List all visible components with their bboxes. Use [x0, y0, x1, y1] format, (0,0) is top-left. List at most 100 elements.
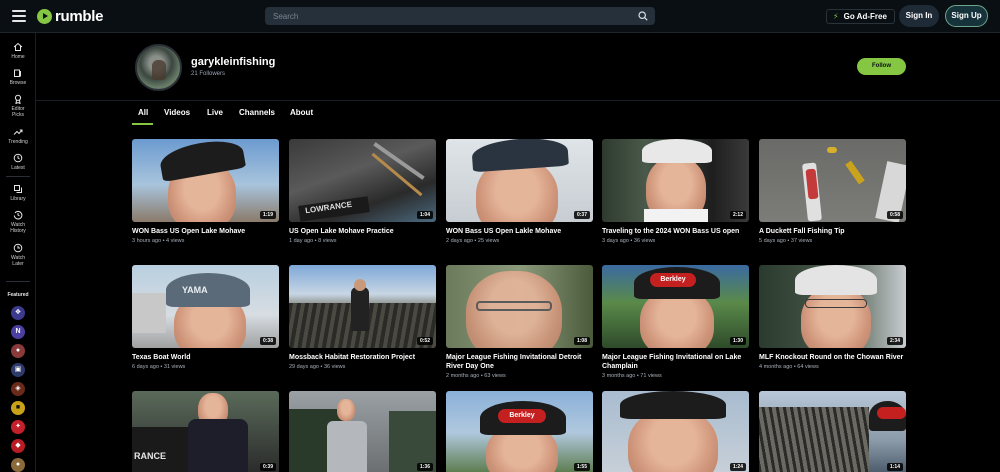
clock-icon — [13, 153, 23, 163]
tab-all[interactable]: All — [131, 108, 154, 125]
video-card[interactable]: 2:34 MLF Knockout Round on the Chowan Ri… — [759, 265, 906, 370]
video-meta: 1 day ago • 8 views — [289, 238, 337, 244]
video-thumbnail[interactable]: 0:58 — [759, 139, 906, 222]
tab-channels[interactable]: Channels — [239, 108, 275, 117]
sign-in-button[interactable]: Sign In — [899, 5, 939, 27]
video-card[interactable]: Berkley 1:30 Major League Fishing Invita… — [602, 265, 749, 379]
tab-videos[interactable]: Videos — [164, 108, 190, 117]
video-card[interactable]: 0:37 WON Bass US Open Lakle Mohave 2 day… — [446, 139, 593, 244]
video-thumbnail[interactable]: Berkley 1:30 — [602, 265, 749, 348]
video-card[interactable]: 1:36 — [289, 391, 436, 472]
video-thumbnail[interactable]: 0:37 — [446, 139, 593, 222]
video-duration: 0:39 — [259, 463, 276, 471]
video-thumbnail[interactable]: 0:52 — [289, 265, 436, 348]
video-card[interactable]: 1:19 WON Bass US Open Lake Mohave 3 hour… — [132, 139, 279, 244]
video-card[interactable]: RANCE 0:39 — [132, 391, 279, 472]
library-icon — [14, 185, 22, 193]
video-duration: 1:08 — [573, 337, 590, 345]
video-card[interactable]: Berkley 1:55 — [446, 391, 593, 472]
go-ad-free-button[interactable]: ⚡ Go Ad-Free — [826, 9, 895, 24]
video-thumbnail[interactable]: 1:14 — [759, 391, 906, 472]
video-thumbnail[interactable]: LOWRANCE 1:04 — [289, 139, 436, 222]
lightning-icon: ⚡ — [833, 12, 839, 21]
featured-channel-avatar[interactable]: ◆ — [11, 439, 25, 453]
featured-channel-avatar[interactable]: ❖ — [11, 306, 25, 320]
sidebar-divider — [6, 281, 30, 282]
sidebar-item-library[interactable]: Library — [0, 184, 36, 202]
video-thumbnail[interactable]: 1:19 — [132, 139, 279, 222]
featured-channel-avatar[interactable]: ◈ — [11, 382, 25, 396]
tab-live[interactable]: Live — [207, 108, 223, 117]
video-thumbnail[interactable]: 2:34 — [759, 265, 906, 348]
video-title[interactable]: Traveling to the 2024 WON Bass US open — [602, 227, 749, 236]
featured-channel-avatar[interactable]: ■ — [11, 401, 25, 415]
search-icon[interactable] — [638, 11, 648, 21]
video-duration: 1:14 — [886, 463, 903, 471]
award-icon — [14, 94, 22, 104]
follower-count: 21 Followers — [191, 71, 226, 77]
video-meta: 2 days ago • 25 views — [446, 238, 500, 244]
video-title[interactable]: WON Bass US Open Lakle Mohave — [446, 227, 593, 236]
tab-about[interactable]: About — [290, 108, 313, 117]
sign-up-button[interactable]: Sign Up — [945, 5, 988, 27]
video-card[interactable]: 1:08 Major League Fishing Invitational D… — [446, 265, 593, 379]
sidebar-item-latest[interactable]: Latest — [0, 153, 36, 171]
video-title[interactable]: WON Bass US Open Lake Mohave — [132, 227, 279, 236]
video-title[interactable]: US Open Lake Mohave Practice — [289, 227, 436, 236]
video-duration: 0:37 — [573, 211, 590, 219]
sidebar-item-watch-history[interactable]: Watch History — [0, 210, 36, 234]
video-thumbnail[interactable]: 1:36 — [289, 391, 436, 472]
sidebar-item-watch-later[interactable]: Watch Later — [0, 243, 36, 267]
video-duration: 0:58 — [886, 211, 903, 219]
video-meta: 29 days ago • 36 views — [289, 364, 346, 370]
video-duration: 1:30 — [729, 337, 746, 345]
video-duration: 1:04 — [416, 211, 433, 219]
video-thumbnail[interactable]: 2:12 — [602, 139, 749, 222]
video-title[interactable]: Texas Boat World — [132, 353, 279, 362]
video-title[interactable]: Major League Fishing Invitational Detroi… — [446, 353, 593, 371]
video-card[interactable]: 1:14 — [759, 391, 906, 472]
video-thumbnail[interactable]: Berkley 1:55 — [446, 391, 593, 472]
sidebar-item-home[interactable]: Home — [0, 42, 36, 60]
logo-text: rumble — [55, 8, 104, 25]
sidebar-divider — [6, 176, 30, 177]
featured-channel-avatar[interactable]: ✦ — [11, 420, 25, 434]
video-title[interactable]: Mossback Habitat Restoration Project — [289, 353, 436, 362]
video-card[interactable]: LOWRANCE 1:04 US Open Lake Mohave Practi… — [289, 139, 436, 244]
video-title[interactable]: A Duckett Fall Fishing Tip — [759, 227, 906, 236]
video-card[interactable]: 0:52 Mossback Habitat Restoration Projec… — [289, 265, 436, 370]
rumble-logo-icon — [37, 9, 52, 24]
video-card[interactable]: YAMA 0:38 Texas Boat World 6 days ago • … — [132, 265, 279, 370]
sidebar-item-browse[interactable]: Browse — [0, 68, 36, 86]
featured-channel-avatar[interactable]: N — [11, 325, 25, 339]
follow-button[interactable]: Follow — [857, 58, 906, 75]
video-thumbnail[interactable]: YAMA 0:38 — [132, 265, 279, 348]
video-meta: 6 days ago • 31 views — [132, 364, 186, 370]
video-card[interactable]: 0:58 A Duckett Fall Fishing Tip 5 days a… — [759, 139, 906, 244]
header-divider — [36, 100, 1000, 101]
sidebar-item-trending[interactable]: Trending — [0, 127, 36, 145]
video-thumbnail[interactable]: RANCE 0:39 — [132, 391, 279, 472]
history-icon — [13, 210, 23, 220]
trending-icon — [13, 129, 23, 135]
video-duration: 2:12 — [729, 211, 746, 219]
video-thumbnail[interactable]: 1:24 — [602, 391, 749, 472]
sidebar-item-editor-picks[interactable]: Editor Picks — [0, 94, 36, 118]
video-card[interactable]: 1:24 — [602, 391, 749, 472]
search-input[interactable] — [265, 7, 625, 25]
video-thumbnail[interactable]: 1:08 — [446, 265, 593, 348]
featured-channel-avatar[interactable]: ● — [11, 458, 25, 472]
go-ad-free-label: Go Ad-Free — [843, 12, 887, 21]
featured-channel-avatar[interactable]: ▣ — [11, 363, 25, 377]
video-card[interactable]: 2:12 Traveling to the 2024 WON Bass US o… — [602, 139, 749, 244]
home-icon — [13, 42, 23, 51]
video-duration: 0:52 — [416, 337, 433, 345]
video-title[interactable]: MLF Knockout Round on the Chowan River — [759, 353, 906, 362]
rumble-logo[interactable]: rumble — [37, 8, 104, 25]
video-title[interactable]: Major League Fishing Invitational on Lak… — [602, 353, 749, 371]
video-duration: 0:38 — [259, 337, 276, 345]
channel-avatar[interactable] — [135, 44, 182, 91]
video-duration: 1:24 — [729, 463, 746, 471]
menu-icon[interactable] — [12, 10, 26, 22]
featured-channel-avatar[interactable]: ● — [11, 344, 25, 358]
